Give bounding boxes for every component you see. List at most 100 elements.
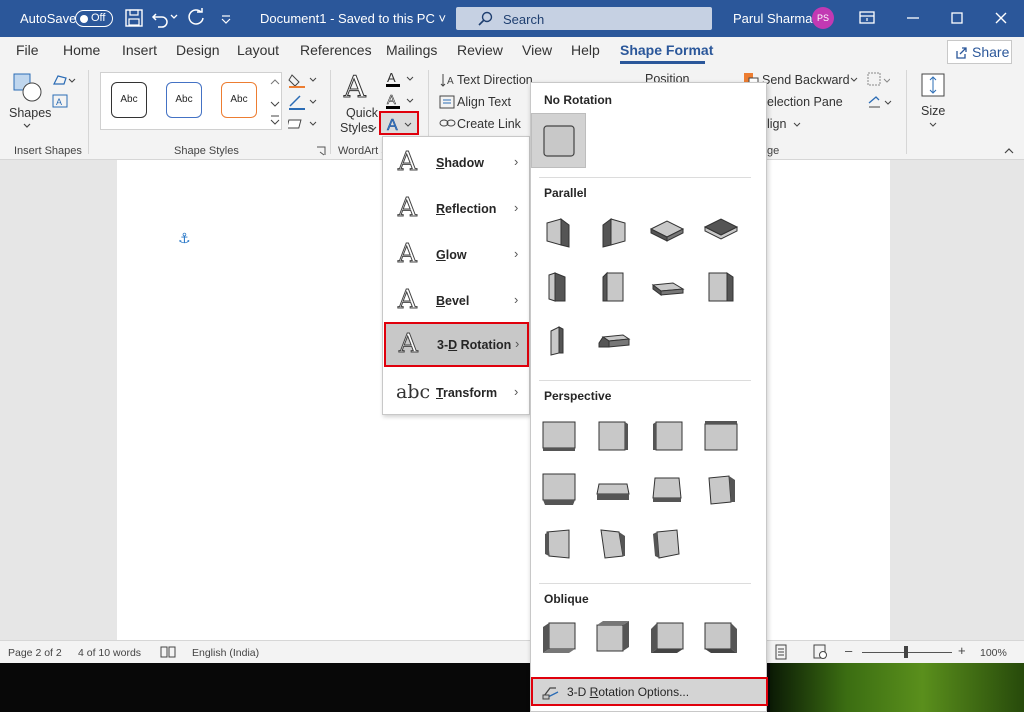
size-icon[interactable]: [920, 72, 946, 98]
text-effects-button[interactable]: A: [379, 111, 419, 135]
proofing-icon[interactable]: [160, 645, 176, 659]
3d-rotation-options-button[interactable]: 3-D Rotation Options...: [531, 677, 768, 706]
send-backward-label[interactable]: Send Backward: [762, 73, 850, 87]
word-count[interactable]: 4 of 10 words: [78, 647, 141, 659]
autosave-toggle[interactable]: Off: [75, 10, 113, 27]
tab-help[interactable]: Help: [571, 42, 600, 58]
parallel-preset-icon[interactable]: [539, 321, 579, 361]
perspective-preset-icon[interactable]: [539, 524, 579, 564]
quick-styles-label[interactable]: Quick: [346, 106, 378, 120]
zoom-level[interactable]: 100%: [980, 647, 1007, 659]
maximize-icon[interactable]: [948, 9, 966, 27]
rotate-icon[interactable]: [866, 93, 892, 111]
quick-styles-icon[interactable]: A: [344, 70, 367, 106]
text-fill-icon[interactable]: A: [385, 70, 417, 88]
search-box[interactable]: Search: [456, 7, 712, 30]
page-count[interactable]: Page 2 of 2: [8, 647, 62, 659]
shape-style-2[interactable]: Abc: [166, 82, 202, 118]
perspective-preset-icon[interactable]: [701, 470, 741, 510]
oblique-preset-icon[interactable]: [593, 619, 633, 659]
zoom-out-icon[interactable]: –: [845, 643, 852, 658]
user-name[interactable]: Parul Sharma: [733, 11, 812, 26]
parallel-preset-icon[interactable]: [539, 267, 579, 307]
align-text-label[interactable]: Align Text: [457, 95, 511, 109]
no-rotation-option[interactable]: [531, 113, 586, 168]
size-label[interactable]: Size: [921, 104, 945, 118]
tab-home[interactable]: Home: [63, 42, 100, 58]
shape-style-1[interactable]: Abc: [111, 82, 147, 118]
link-icon[interactable]: [439, 116, 457, 130]
ribbon-display-options-icon[interactable]: [858, 9, 876, 27]
shape-fill-icon[interactable]: [288, 72, 318, 88]
save-icon[interactable]: [124, 8, 144, 28]
menu-item-glow[interactable]: A Glow ›: [383, 232, 529, 278]
tab-design[interactable]: Design: [176, 42, 220, 58]
perspective-preset-icon[interactable]: [539, 416, 579, 456]
gallery-scroll-icon[interactable]: [268, 72, 282, 130]
tab-view[interactable]: View: [522, 42, 552, 58]
minimize-icon[interactable]: [904, 9, 922, 27]
zoom-slider-thumb[interactable]: [904, 646, 908, 658]
dialog-launcher-icon[interactable]: [316, 146, 326, 156]
tab-references[interactable]: References: [300, 42, 372, 58]
edit-shape-icon[interactable]: [52, 72, 76, 88]
parallel-preset-icon[interactable]: [593, 213, 633, 253]
menu-item-bevel[interactable]: A Bevel ›: [383, 278, 529, 324]
collapse-ribbon-icon[interactable]: [1003, 146, 1015, 156]
print-layout-icon[interactable]: [773, 644, 789, 660]
language[interactable]: English (India): [192, 647, 259, 659]
undo-dropdown-icon[interactable]: [168, 11, 180, 23]
selection-pane-label[interactable]: election Pane: [767, 95, 843, 109]
zoom-in-icon[interactable]: +: [958, 643, 966, 658]
tab-file[interactable]: File: [16, 42, 39, 58]
perspective-preset-icon[interactable]: [593, 416, 633, 456]
avatar[interactable]: PS: [812, 7, 834, 29]
menu-item-reflection[interactable]: A Reflection ›: [383, 186, 529, 232]
parallel-preset-icon[interactable]: [647, 267, 687, 307]
perspective-preset-icon[interactable]: [701, 416, 741, 456]
shape-outline-icon[interactable]: [288, 94, 318, 110]
text-direction-icon[interactable]: A: [439, 72, 455, 88]
share-button[interactable]: Share: [947, 40, 1012, 64]
tab-insert[interactable]: Insert: [122, 42, 157, 58]
group-objects-icon[interactable]: [866, 71, 890, 89]
shapes-label[interactable]: Shapes: [9, 106, 51, 120]
close-icon[interactable]: [992, 9, 1010, 27]
parallel-preset-icon[interactable]: [701, 213, 741, 253]
create-link-label[interactable]: Create Link: [457, 117, 521, 131]
tab-shape-format[interactable]: Shape Format: [620, 42, 713, 58]
menu-item-transform[interactable]: abc Transform ›: [383, 370, 529, 416]
tab-layout[interactable]: Layout: [237, 42, 279, 58]
perspective-preset-icon[interactable]: [593, 470, 633, 510]
oblique-preset-icon[interactable]: [701, 619, 741, 659]
parallel-preset-icon[interactable]: [593, 267, 633, 307]
text-direction-label[interactable]: Text Direction: [457, 73, 533, 87]
parallel-preset-icon[interactable]: [593, 321, 633, 361]
customize-qat-icon[interactable]: [216, 8, 236, 28]
oblique-preset-icon[interactable]: [647, 619, 687, 659]
menu-item-shadow[interactable]: A Shadow ›: [383, 140, 529, 186]
parallel-preset-icon[interactable]: [701, 267, 741, 307]
menu-item-3d-rotation[interactable]: A 3-D Rotation ›: [384, 322, 529, 367]
shapes-icon[interactable]: [12, 72, 44, 102]
shape-style-3[interactable]: Abc: [221, 82, 257, 118]
align-text-icon[interactable]: [439, 94, 455, 110]
perspective-preset-icon[interactable]: [647, 524, 687, 564]
perspective-preset-icon[interactable]: [647, 470, 687, 510]
draw-text-box-icon[interactable]: A: [52, 94, 68, 108]
align-label[interactable]: lign: [767, 117, 786, 131]
redo-icon[interactable]: [186, 8, 206, 28]
perspective-preset-icon[interactable]: [647, 416, 687, 456]
perspective-preset-icon[interactable]: [539, 470, 579, 510]
parallel-preset-icon[interactable]: [647, 213, 687, 253]
tab-mailings[interactable]: Mailings: [386, 42, 437, 58]
text-outline-icon[interactable]: A: [385, 92, 417, 110]
undo-icon[interactable]: [150, 8, 170, 28]
web-layout-icon[interactable]: [812, 644, 828, 660]
perspective-preset-icon[interactable]: [593, 524, 633, 564]
document-name[interactable]: Document1 - Saved to this PC ˅: [260, 11, 446, 26]
tab-review[interactable]: Review: [457, 42, 503, 58]
parallel-preset-icon[interactable]: [539, 213, 579, 253]
oblique-preset-icon[interactable]: [539, 619, 579, 659]
shape-effects-icon[interactable]: [288, 116, 318, 132]
